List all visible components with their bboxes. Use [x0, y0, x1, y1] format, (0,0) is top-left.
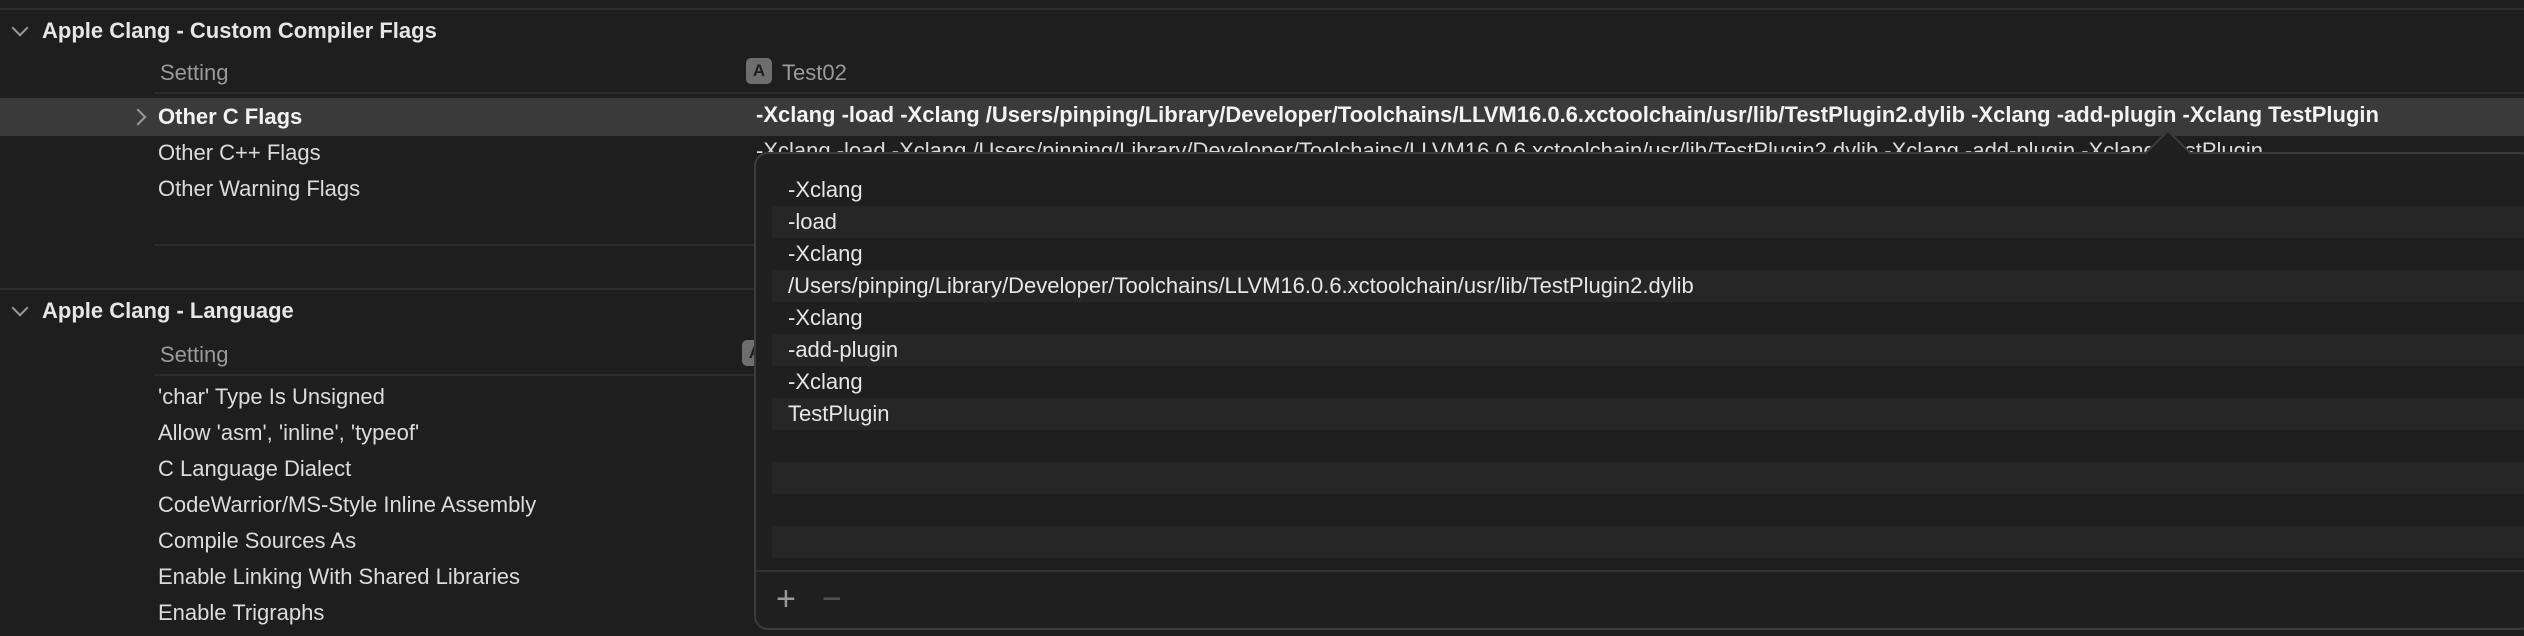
flags-editor-popover: -Xclang -load -Xclang /Users/pinping/Lib… [754, 152, 2524, 630]
list-item[interactable]: -Xclang [772, 302, 2524, 334]
list-item-empty[interactable] [772, 526, 2524, 558]
column-header-setting: Setting [160, 342, 229, 367]
section-title-custom-compiler-flags: Apple Clang - Custom Compiler Flags [42, 18, 437, 43]
setting-row-other-warning-flags[interactable]: Other Warning Flags [158, 176, 360, 202]
setting-value-other-c-flags[interactable]: -Xclang -load -Xclang /Users/pinping/Lib… [756, 102, 2379, 128]
list-item[interactable]: -load [772, 206, 2524, 238]
column-header-target: Test02 [782, 60, 847, 85]
setting-row-char-unsigned[interactable]: 'char' Type Is Unsigned [158, 384, 385, 410]
list-item[interactable]: -Xclang [772, 238, 2524, 270]
list-item[interactable]: -add-plugin [772, 334, 2524, 366]
list-item[interactable]: -Xclang [772, 366, 2524, 398]
chevron-down-icon[interactable] [11, 19, 29, 37]
flags-list: -Xclang -load -Xclang /Users/pinping/Lib… [772, 174, 2524, 558]
setting-row-c-language-dialect[interactable]: C Language Dialect [158, 456, 351, 482]
column-header-setting: Setting [160, 60, 229, 85]
list-item-empty[interactable] [772, 494, 2524, 526]
setting-row-enable-trigraphs[interactable]: Enable Trigraphs [158, 600, 324, 626]
list-item-empty[interactable] [772, 430, 2524, 462]
setting-row-other-c-flags[interactable]: Other C Flags [158, 104, 302, 130]
setting-row-enable-linking-shared-libraries[interactable]: Enable Linking With Shared Libraries [158, 564, 520, 590]
section-title-language: Apple Clang - Language [42, 298, 294, 323]
add-item-button[interactable]: + [776, 582, 796, 616]
app-target-icon: A [746, 58, 772, 84]
list-item[interactable]: /Users/pinping/Library/Developer/Toolcha… [772, 270, 2524, 302]
setting-row-other-cpp-flags[interactable]: Other C++ Flags [158, 140, 321, 166]
setting-row-codewarrior-inline-assembly[interactable]: CodeWarrior/MS-Style Inline Assembly [158, 492, 536, 518]
list-item-empty[interactable] [772, 462, 2524, 494]
setting-row-allow-asm[interactable]: Allow 'asm', 'inline', 'typeof' [158, 420, 419, 446]
popover-toolbar: + − [756, 570, 2524, 628]
list-item[interactable]: -Xclang [772, 174, 2524, 206]
chevron-down-icon[interactable] [11, 299, 29, 317]
remove-item-button[interactable]: − [822, 582, 842, 616]
setting-row-compile-sources-as[interactable]: Compile Sources As [158, 528, 356, 554]
list-item[interactable]: TestPlugin [772, 398, 2524, 430]
